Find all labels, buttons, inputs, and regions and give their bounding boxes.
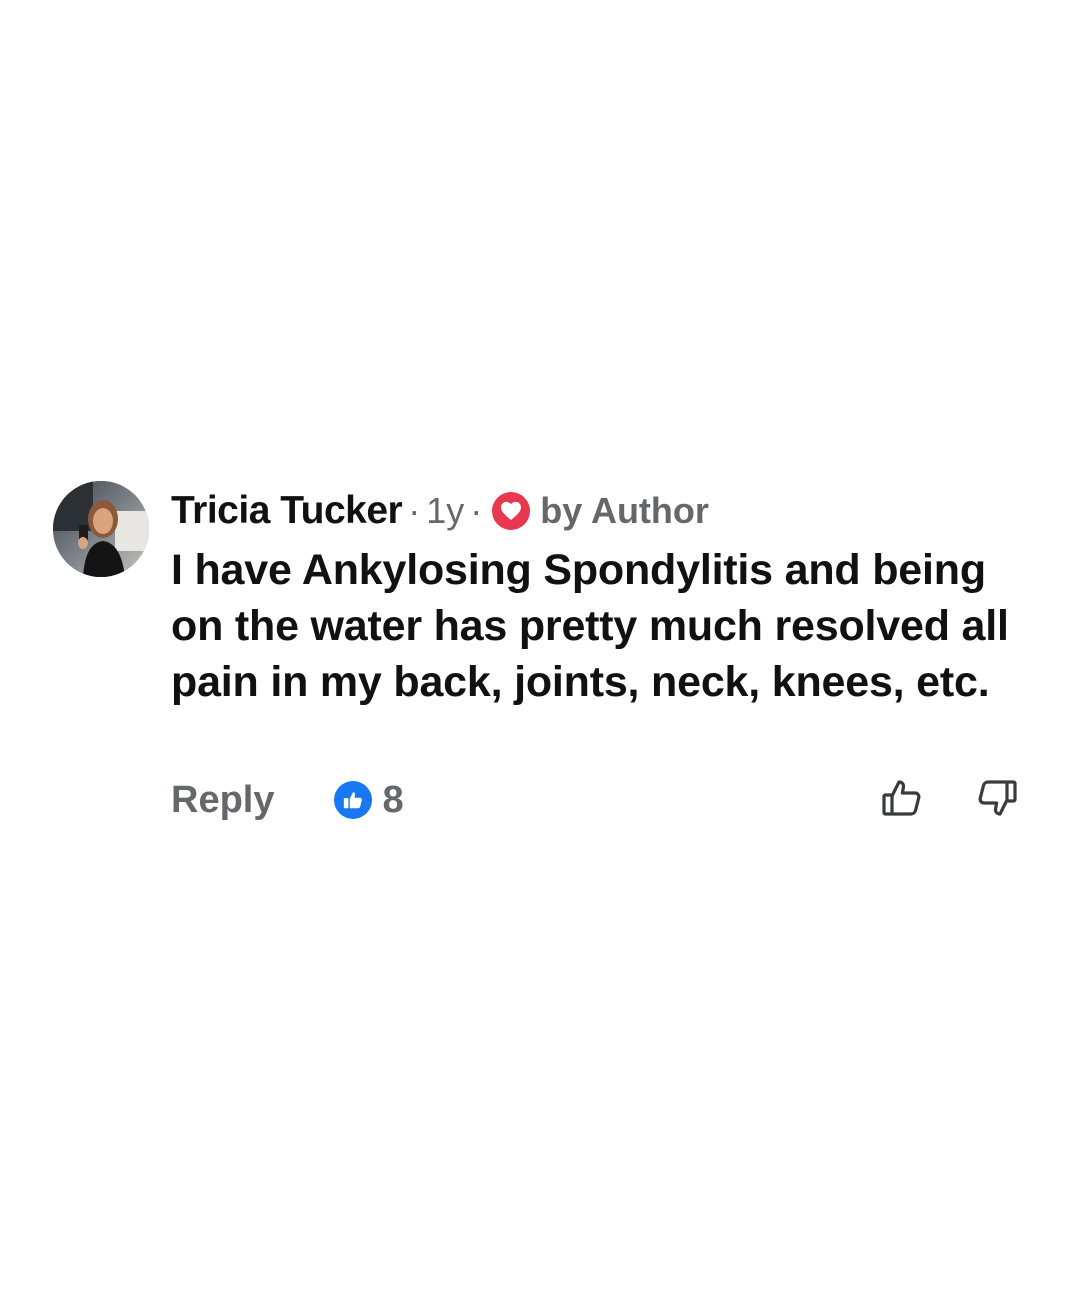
thumbs-down-outline-icon[interactable] <box>975 776 1019 820</box>
author-name[interactable]: Tricia Tucker <box>171 489 403 533</box>
avatar[interactable] <box>53 481 149 577</box>
reaction-count: 8 <box>382 778 404 821</box>
separator-dot: · <box>408 490 421 531</box>
thumbs-up-icon <box>334 781 373 819</box>
thumbs-up-outline-icon[interactable] <box>880 776 924 820</box>
comment-header: Tricia Tucker · 1y · by Author <box>171 488 709 534</box>
heart-icon <box>492 492 531 530</box>
comment: Tricia Tucker · 1y · by Author I have An… <box>0 0 1080 1300</box>
separator-dot: · <box>470 490 483 531</box>
reaction-summary[interactable]: 8 <box>334 778 404 822</box>
reply-button[interactable]: Reply <box>171 779 274 822</box>
comment-actions: Reply 8 <box>171 772 404 828</box>
timestamp[interactable]: 1y <box>426 490 464 532</box>
comment-text: I have Ankylosing Spondylitis and being … <box>171 546 1009 706</box>
author-reaction-label: by Author <box>540 490 709 531</box>
avatar-photo <box>53 481 149 577</box>
